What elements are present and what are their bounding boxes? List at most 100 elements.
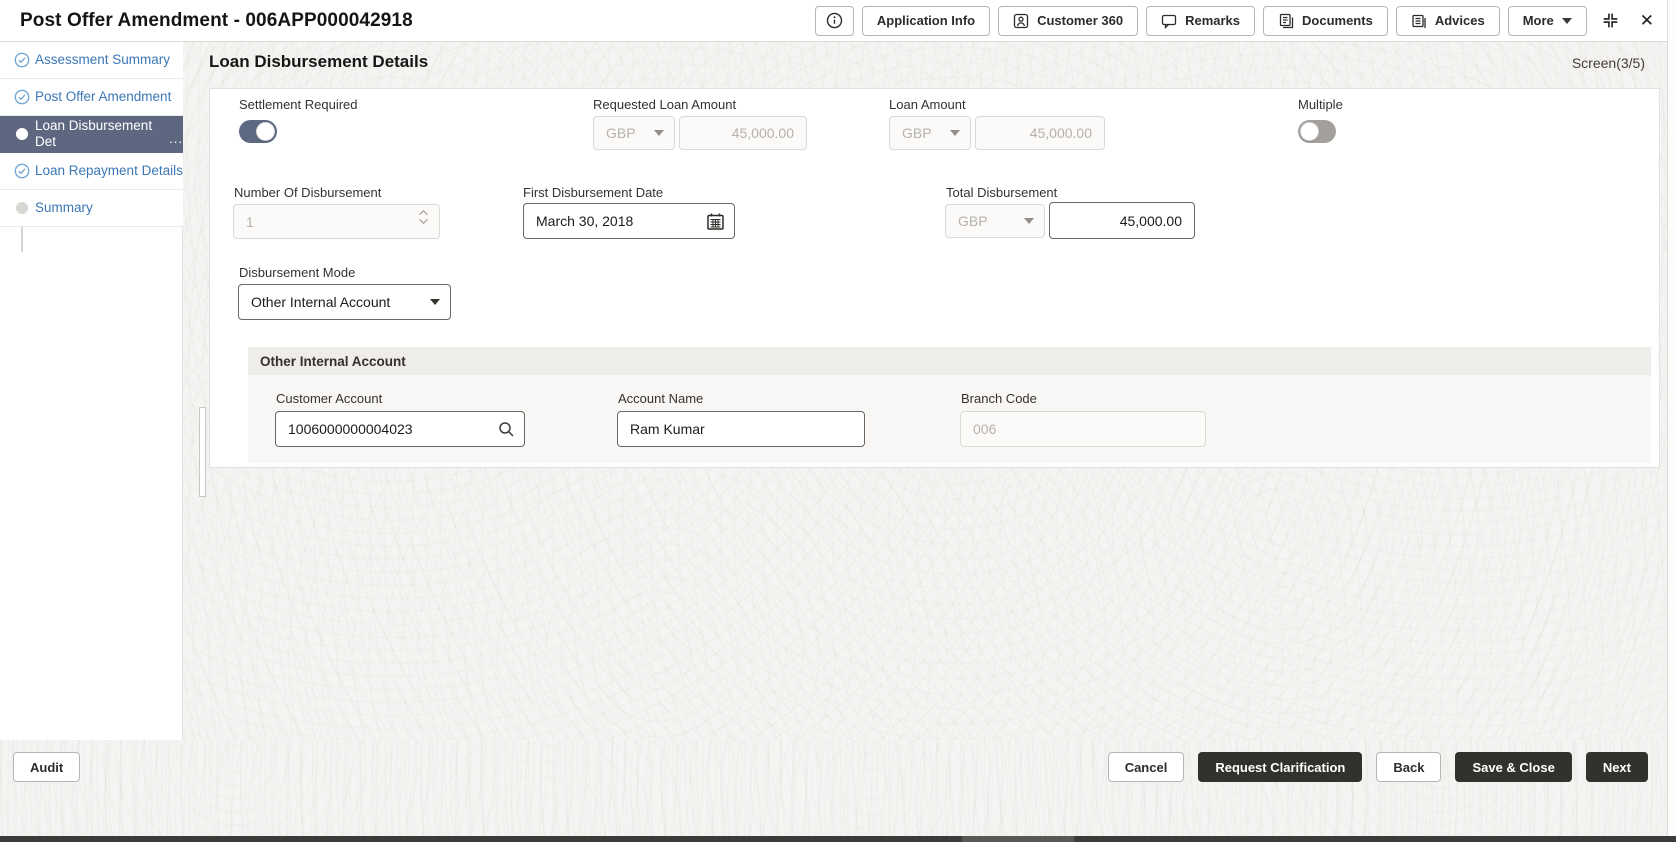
speech-bubble-icon [1161, 13, 1177, 29]
settlement-required-label: Settlement Required [239, 97, 358, 112]
total-disbursement-currency-select: GBP [945, 204, 1045, 238]
multiple-label: Multiple [1298, 97, 1343, 112]
vertical-scrollbar-thumb[interactable] [199, 407, 206, 497]
stepper-arrows [418, 209, 429, 225]
screen-indicator: Screen(3/5) [1571, 55, 1645, 71]
sidebar-item-loan-disbursement-details[interactable]: Loan Disbursement Det... [0, 116, 183, 153]
search-icon[interactable] [498, 421, 515, 438]
disbursement-mode-label: Disbursement Mode [239, 265, 356, 280]
chevron-down-icon [1024, 218, 1034, 224]
next-button[interactable]: Next [1585, 752, 1648, 782]
loan-amount-label: Loan Amount [889, 97, 966, 112]
disbursement-mode-select[interactable]: Other Internal Account [238, 284, 451, 320]
customer-account-input[interactable] [275, 411, 525, 447]
amount-value [680, 117, 806, 149]
request-clarification-label: Request Clarification [1215, 759, 1346, 775]
sidebar-item-loan-repayment-details[interactable]: Loan Repayment Details [0, 153, 183, 190]
advices-icon [1411, 13, 1427, 29]
loan-amount-input [975, 116, 1105, 150]
back-label: Back [1393, 759, 1425, 775]
sidebar-item-summary[interactable]: Summary [0, 190, 183, 227]
customer-360-label: Customer 360 [1037, 13, 1124, 28]
remarks-label: Remarks [1185, 13, 1241, 28]
number-of-disbursement-label: Number Of Disbursement [234, 185, 382, 200]
amount-value[interactable] [1050, 203, 1194, 238]
customer-account-value[interactable] [276, 412, 524, 446]
calendar-icon[interactable] [706, 212, 725, 231]
section-header: Other Internal Account [248, 347, 1651, 375]
close-glyph: ✕ [1639, 11, 1654, 30]
documents-button[interactable]: Documents [1263, 5, 1388, 36]
account-name-input[interactable] [617, 411, 865, 447]
documents-label: Documents [1302, 13, 1373, 28]
requested-loan-amount-input [679, 116, 807, 150]
stepper-value [234, 205, 439, 238]
form-card: Settlement Required Requested Loan Amoun… [209, 88, 1660, 468]
horizontal-scrollbar[interactable] [0, 836, 1676, 842]
wizard-sidebar: Assessment Summary Post Offer Amendment … [0, 42, 183, 740]
toggle-knob [256, 122, 275, 141]
sidebar-item-label: Loan Repayment Details [35, 163, 183, 179]
check-circle-icon [14, 52, 30, 68]
currency-value: GBP [902, 125, 932, 141]
settlement-required-toggle[interactable] [239, 120, 277, 143]
audit-button[interactable]: Audit [13, 752, 81, 782]
save-and-close-label: Save & Close [1472, 759, 1555, 775]
back-button[interactable]: Back [1376, 752, 1442, 782]
sidebar-item-post-offer-amendment[interactable]: Post Offer Amendment [0, 79, 183, 116]
sidebar-item-assessment-summary[interactable]: Assessment Summary [0, 42, 183, 79]
horizontal-scrollbar-thumb[interactable] [962, 836, 1074, 842]
chevron-up-icon [419, 209, 428, 216]
top-bar: Post Offer Amendment - 006APP000042918 A… [0, 0, 1676, 42]
date-value[interactable] [524, 204, 734, 238]
chevron-down-icon [1561, 17, 1572, 24]
requested-loan-currency-select: GBP [593, 116, 675, 150]
multiple-toggle [1298, 120, 1336, 143]
check-circle-icon [14, 163, 30, 179]
customer-account-label: Customer Account [276, 391, 383, 406]
advices-label: Advices [1434, 13, 1485, 28]
advices-button[interactable]: Advices [1395, 5, 1500, 36]
sidebar-item-label: Post Offer Amendment [35, 89, 172, 105]
save-and-close-button[interactable]: Save & Close [1455, 752, 1572, 782]
first-disbursement-date-input[interactable] [523, 203, 735, 239]
more-button[interactable]: More [1507, 5, 1587, 36]
right-scrollbar-track[interactable] [1667, 0, 1676, 836]
remarks-button[interactable]: Remarks [1146, 5, 1256, 36]
app-window: Post Offer Amendment - 006APP000042918 A… [0, 0, 1676, 842]
sidebar-item-label: Loan Disbursement Det [35, 118, 153, 149]
loan-amount-currency-select: GBP [889, 116, 971, 150]
requested-loan-amount-label: Requested Loan Amount [593, 97, 737, 112]
close-icon[interactable]: ✕ [1634, 6, 1660, 36]
info-button[interactable] [814, 5, 854, 36]
audit-label: Audit [30, 759, 64, 775]
top-toolbar: Application Info Customer 360 Remarks Do… [814, 5, 1676, 36]
info-circle-icon [826, 12, 843, 29]
cancel-button[interactable]: Cancel [1107, 752, 1185, 782]
account-name-value[interactable] [618, 412, 864, 446]
sidebar-item-label: Summary [35, 200, 93, 216]
customer-360-button[interactable]: Customer 360 [998, 5, 1139, 36]
chevron-down-icon [430, 299, 440, 305]
person-badge-icon [1013, 13, 1029, 29]
application-info-button[interactable]: Application Info [861, 5, 991, 36]
active-dot-icon [14, 126, 30, 142]
number-of-disbursement-stepper [233, 204, 440, 239]
request-clarification-button[interactable]: Request Clarification [1198, 752, 1363, 782]
truncation-ellipsis: ... [169, 130, 183, 146]
footer-actions: Cancel Request Clarification Back Save &… [1107, 752, 1648, 782]
select-value: Other Internal Account [251, 294, 391, 310]
branch-code-value [961, 412, 1205, 446]
sidebar-item-label: Assessment Summary [35, 52, 171, 68]
total-disbursement-label: Total Disbursement [946, 185, 1058, 200]
application-info-label: Application Info [876, 13, 976, 28]
first-disbursement-date-label: First Disbursement Date [523, 185, 664, 200]
next-label: Next [1602, 759, 1631, 775]
amount-value [976, 117, 1104, 149]
other-internal-account-section: Other Internal Account Customer Account … [248, 347, 1651, 463]
collapse-corners-icon[interactable] [1595, 6, 1626, 36]
total-disbursement-amount-input[interactable] [1049, 202, 1195, 239]
pending-circle-icon [14, 200, 30, 216]
cancel-label: Cancel [1124, 759, 1168, 775]
branch-code-input [960, 411, 1206, 447]
